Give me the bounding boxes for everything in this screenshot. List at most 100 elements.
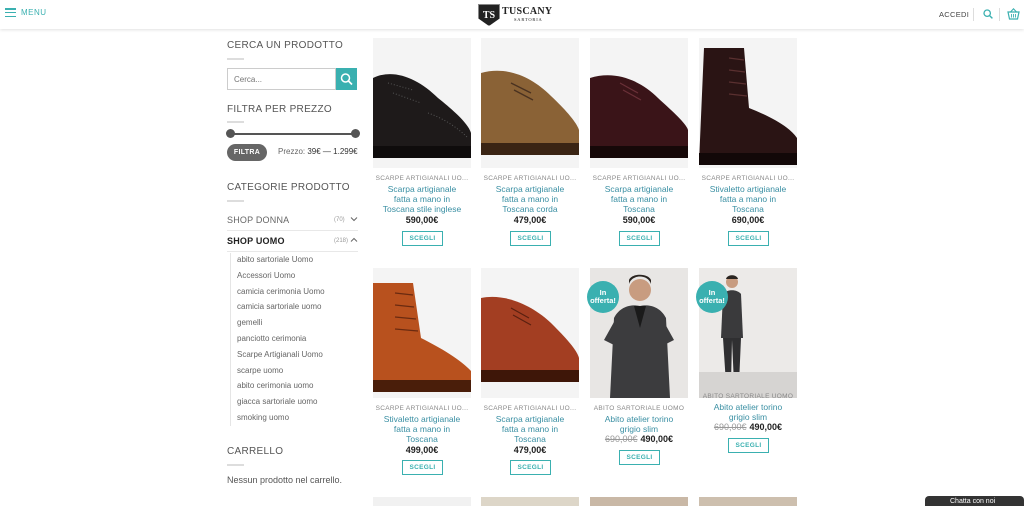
- category-count: (70): [334, 217, 345, 223]
- product-price: 479,00€: [513, 215, 547, 225]
- login-link[interactable]: ACCEDI: [939, 10, 969, 19]
- logo-brand: TUSCANY: [502, 6, 553, 18]
- menu-label: MENU: [21, 8, 47, 17]
- product-title[interactable]: Scarpa artigianale fatta a mano in Toscana…: [373, 184, 471, 214]
- choose-button[interactable]: SCEGLI: [510, 231, 551, 246]
- product-title[interactable]: Abito atelier torino grigio slim: [590, 414, 688, 434]
- categories-heading: CATEGORIE PRODOTTO: [227, 182, 350, 193]
- price-range-text: Prezzo: 39€ — 1.299€: [278, 147, 358, 156]
- category-count: (218): [334, 238, 349, 244]
- header-divider: [999, 8, 1000, 21]
- header-divider: [973, 8, 974, 21]
- subcategory-link[interactable]: abito sartoriale Uomo: [237, 255, 313, 264]
- product-category[interactable]: SCARPE ARTIGIANALI UO...: [373, 405, 471, 412]
- product-price: 479,00€: [513, 445, 547, 455]
- chat-widget[interactable]: Chatta con noi: [925, 496, 1024, 506]
- sale-price: 490,00€: [749, 422, 783, 432]
- product-title[interactable]: Stivaletto artigianale fatta a mano in Tos…: [699, 184, 797, 214]
- old-price: 690,00€: [604, 434, 638, 444]
- filter-button[interactable]: FILTRA: [227, 144, 267, 161]
- chevron-up-icon[interactable]: [350, 237, 358, 243]
- sale-badge: In offerta!: [587, 281, 619, 313]
- boot-image: [699, 38, 797, 168]
- heading-rule: [227, 464, 244, 466]
- subcategory-link[interactable]: abito cerimonia uomo: [237, 381, 313, 390]
- product-category[interactable]: SCARPE ARTIGIANALI UO...: [590, 175, 688, 182]
- product-category[interactable]: SCARPE ARTIGIANALI UO...: [373, 175, 471, 182]
- logo-sub: SARTORIA: [514, 17, 543, 23]
- price-slider-min-handle[interactable]: [226, 129, 235, 138]
- logo-shield-icon: TS: [478, 4, 500, 26]
- subcategory-link[interactable]: panciotto cerimonia: [237, 334, 306, 343]
- choose-button[interactable]: SCEGLI: [619, 231, 660, 246]
- product-category[interactable]: ABITO SARTORIALE UOMO: [699, 393, 797, 400]
- product-title[interactable]: Abito atelier torino grigio slim: [699, 402, 797, 422]
- site-logo[interactable]: TS TUSCANY SARTORIA: [478, 4, 552, 26]
- product-price: 690,00€ 490,00€: [699, 422, 797, 432]
- product-image[interactable]: [481, 38, 579, 168]
- product-category[interactable]: SCARPE ARTIGIANALI UO...: [481, 175, 579, 182]
- category-shop-uomo[interactable]: SHOP UOMO (218): [227, 231, 358, 251]
- price-filter-heading: FILTRA PER PREZZO: [227, 104, 332, 115]
- product-title[interactable]: Scarpa artigianale fatta a mano in Toscana: [481, 414, 579, 444]
- product-image[interactable]: [699, 38, 797, 168]
- heading-rule: [227, 200, 244, 202]
- choose-button[interactable]: SCEGLI: [402, 231, 443, 246]
- oxford-shoe-image: [481, 268, 579, 398]
- choose-button[interactable]: SCEGLI: [402, 460, 443, 475]
- heading-rule: [227, 58, 244, 60]
- product-title[interactable]: Scarpa artigianale fatta a mano in Toscana: [590, 184, 688, 214]
- price-range-label: Prezzo:: [278, 147, 306, 156]
- oxford-shoe-image: [590, 38, 688, 168]
- subcategory-link[interactable]: Scarpe Artigianali Uomo: [237, 350, 323, 359]
- subcategory-link[interactable]: gemelli: [237, 318, 262, 327]
- choose-button[interactable]: SCEGLI: [619, 450, 660, 465]
- product-price: 590,00€: [622, 215, 656, 225]
- product-image[interactable]: [590, 497, 688, 506]
- basket-icon[interactable]: [1007, 8, 1020, 20]
- product-image[interactable]: [590, 38, 688, 168]
- price-slider-max-handle[interactable]: [351, 129, 360, 138]
- product-title[interactable]: Scarpa artigianale fatta a mano in Toscana…: [481, 184, 579, 214]
- site-header: MENU TS TUSCANY SARTORIA ACCEDI: [0, 0, 1024, 29]
- choose-button[interactable]: SCEGLI: [728, 438, 769, 453]
- suede-shoe-image: [481, 38, 579, 168]
- subcategory-link[interactable]: Accessori Uomo: [237, 271, 295, 280]
- search-heading: CERCA UN PRODOTTO: [227, 40, 344, 51]
- product-image[interactable]: [373, 497, 471, 506]
- subcategory-link[interactable]: smoking uomo: [237, 413, 289, 422]
- product-title[interactable]: Stivaletto artigianale fatta a mano in Tos…: [373, 414, 471, 444]
- product-price: 690,00€ 490,00€: [590, 434, 688, 444]
- heading-rule: [227, 121, 244, 123]
- chevron-down-icon[interactable]: [350, 216, 358, 222]
- product-image[interactable]: [373, 38, 471, 168]
- product-category[interactable]: SCARPE ARTIGIANALI UO...: [699, 175, 797, 182]
- product-image[interactable]: [481, 497, 579, 506]
- subcategory-link[interactable]: camicia cerimonia Uomo: [237, 287, 325, 296]
- product-category[interactable]: SCARPE ARTIGIANALI UO...: [481, 405, 579, 412]
- category-name: SHOP UOMO: [227, 236, 285, 246]
- subcategory-guide: [230, 253, 231, 426]
- price-range-value: 39€ — 1.299€: [307, 147, 358, 156]
- sale-price: 490,00€: [640, 434, 674, 444]
- product-image[interactable]: [481, 268, 579, 398]
- subcategory-link[interactable]: camicia sartoriale uomo: [237, 302, 321, 311]
- category-shop-donna[interactable]: SHOP DONNA (70): [227, 210, 358, 230]
- subcategory-link[interactable]: giacca sartoriale uomo: [237, 397, 317, 406]
- choose-button[interactable]: SCEGLI: [510, 460, 551, 475]
- product-image[interactable]: [373, 268, 471, 398]
- subcategory-link[interactable]: scarpe uomo: [237, 366, 283, 375]
- search-icon[interactable]: [983, 9, 993, 19]
- search-submit-button[interactable]: [336, 68, 357, 90]
- product-search-input[interactable]: [227, 68, 336, 90]
- brogue-shoe-image: [373, 38, 471, 168]
- choose-button[interactable]: SCEGLI: [728, 231, 769, 246]
- category-divider: [227, 251, 358, 252]
- price-slider-track[interactable]: [230, 133, 356, 135]
- sale-badge: In offerta!: [696, 281, 728, 313]
- cart-heading: CARRELLO: [227, 446, 284, 457]
- product-category[interactable]: ABITO SARTORIALE UOMO: [590, 405, 688, 412]
- menu-button[interactable]: MENU: [5, 8, 47, 17]
- product-image[interactable]: [699, 497, 797, 506]
- hamburger-icon: [5, 8, 16, 17]
